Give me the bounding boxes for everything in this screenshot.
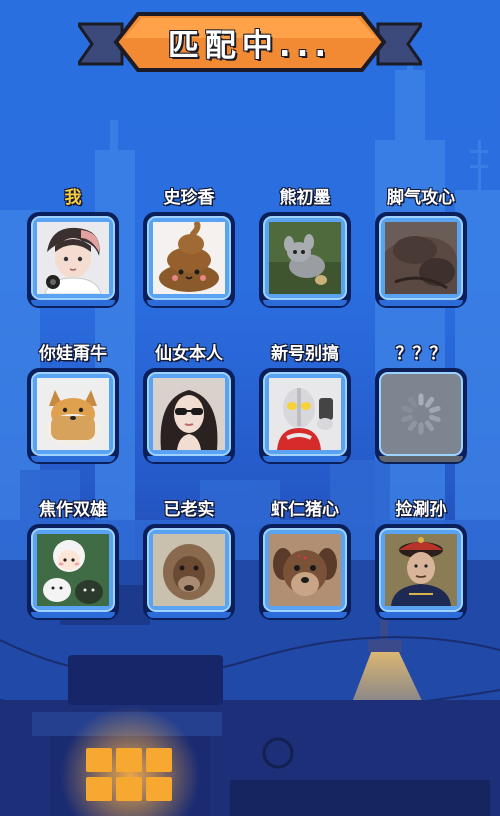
grid-menu-icon[interactable] [86,748,174,804]
avatar-card[interactable] [259,524,351,620]
anime-boy-avatar [37,222,109,294]
player-grid: 我 史珍香 熊初墨 脚气攻心 你娃甭牛 仙女本人 新号别搞 ？？？ 焦作双雄 已… [0,0,500,816]
player-slot-2: 史珍香 [134,186,244,308]
page-title: 匹配中... [167,27,333,64]
player-slot-7: 新号别搞 [250,342,360,464]
player-slot-12: 捡涮孙 [366,498,476,620]
player-slot-1: 我 [18,186,128,308]
avatar-card[interactable] [375,524,467,620]
avatar-card-empty [375,368,467,464]
ultraman-avatar [269,378,341,450]
player-name: ？？？ [395,344,447,364]
feet-avatar [385,222,457,294]
avatar-card[interactable] [27,524,119,620]
player-slot-6: 仙女本人 [134,342,244,464]
matching-banner: 匹配中... [78,10,422,74]
bread-dog-avatar [37,378,109,450]
loading-spinner-icon [385,378,457,450]
avatar-card[interactable] [259,212,351,308]
player-name: 捡涮孙 [395,500,447,520]
player-name: 已老实 [163,500,215,520]
player-name: 仙女本人 [155,344,223,364]
qing-official-avatar [385,534,457,606]
avatar-card[interactable] [143,212,235,308]
player-name: 熊初墨 [279,188,331,208]
player-slot-4: 脚气攻心 [366,186,476,308]
player-slot-11: 虾仁猪心 [250,498,360,620]
player-slot-10: 已老实 [134,498,244,620]
player-name: 我 [64,188,82,208]
avatar-card[interactable] [27,368,119,464]
cartoon-duo-avatar [37,534,109,606]
player-slot-9: 焦作双雄 [18,498,128,620]
player-name: 焦作双雄 [39,500,107,520]
puppy-avatar [269,534,341,606]
player-slot-3: 熊初墨 [250,186,360,308]
player-slot-8: ？？？ [366,342,476,464]
avatar-card[interactable] [27,212,119,308]
player-name: 史珍香 [163,188,215,208]
poop-avatar [153,222,225,294]
avatar-card[interactable] [375,212,467,308]
player-name: 虾仁猪心 [271,500,339,520]
player-name: 你娃甭牛 [39,344,107,364]
girl-sunglasses-avatar [153,378,225,450]
plush-toy-avatar [269,222,341,294]
orangutan-avatar [153,534,225,606]
player-name: 新号别搞 [271,344,339,364]
player-name: 脚气攻心 [387,188,455,208]
avatar-card[interactable] [143,524,235,620]
player-slot-5: 你娃甭牛 [18,342,128,464]
avatar-card[interactable] [143,368,235,464]
avatar-card[interactable] [259,368,351,464]
